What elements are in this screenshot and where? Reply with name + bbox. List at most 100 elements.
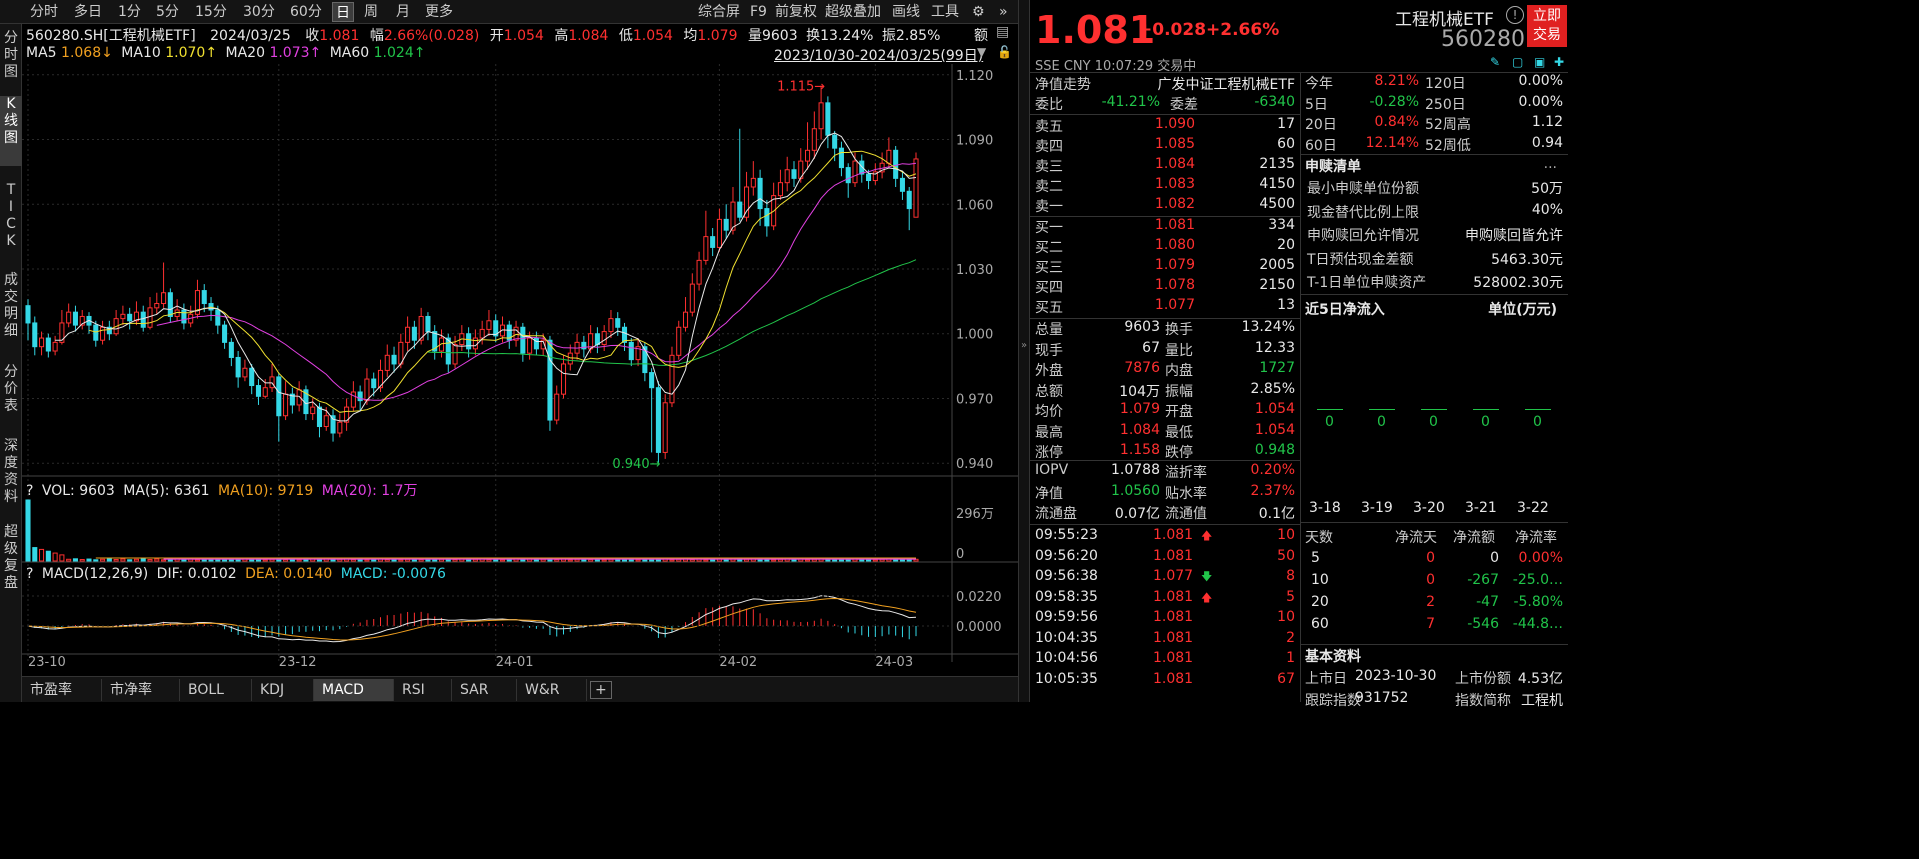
vol-help-icon[interactable]: ? (26, 483, 33, 499)
candle-body (371, 378, 377, 389)
side-tab-depth[interactable]: 深度资料 (0, 438, 22, 506)
edit-icon[interactable]: ✎ (1490, 55, 1500, 69)
gear-icon[interactable]: ⚙ (969, 2, 988, 22)
tab-kdj[interactable]: KDJ (252, 679, 314, 701)
stat-value: 1.054 (1254, 421, 1295, 438)
candle-body (655, 387, 661, 453)
side-tab-review[interactable]: 超级复盘 (0, 524, 22, 592)
lock-icon[interactable]: 🔓 (997, 45, 1012, 59)
tick-time: 10:04:35 (1035, 629, 1098, 646)
side-tab-detail[interactable]: 成交明细 (0, 272, 22, 340)
tab-pe[interactable]: 市盈率 (22, 679, 102, 701)
side-tab-fenshi[interactable]: 分时图 (0, 30, 22, 81)
tab-month[interactable]: 月 (393, 2, 413, 22)
tab-fenshi[interactable]: 分时 (27, 2, 61, 22)
flow-rate: -25.0… (1512, 572, 1563, 588)
tab-30min[interactable]: 30分 (240, 2, 278, 22)
btn-adjust[interactable]: 前复权 (772, 2, 820, 22)
bid-row[interactable]: 买三 1.079 2005 (1035, 257, 1295, 277)
btn-multiscreen[interactable]: 综合屏 (695, 2, 743, 22)
tab-5min[interactable]: 5分 (153, 2, 182, 22)
ask-row[interactable]: 卖三 1.084 2135 (1035, 156, 1295, 176)
tab-duori[interactable]: 多日 (71, 2, 105, 22)
range-dropdown-icon[interactable]: ▼ (977, 45, 986, 59)
side-tab-price[interactable]: 分价表 (0, 364, 22, 415)
tab-15min[interactable]: 15分 (192, 2, 230, 22)
bid-row[interactable]: 买二 1.080 20 (1035, 237, 1295, 257)
stat-value: 104万 (1119, 383, 1160, 400)
tab-60min[interactable]: 60分 (287, 2, 325, 22)
tab-more[interactable]: 更多 (422, 2, 456, 22)
btn-tools[interactable]: 工具 (928, 2, 962, 22)
expand-icon[interactable]: » (996, 2, 1011, 22)
tab-pb[interactable]: 市净率 (102, 679, 180, 701)
side-tab-tick[interactable]: TICK (0, 182, 22, 250)
flow-rate: -5.80% (1513, 594, 1563, 610)
tick-price: 1.077 (1153, 568, 1194, 584)
bid-row[interactable]: 买一 1.081 334 (1035, 217, 1295, 237)
ask-row[interactable]: 卖二 1.083 4150 (1035, 176, 1295, 196)
info-icon[interactable]: ! (1506, 6, 1524, 24)
avg-label: 均 (683, 28, 698, 44)
stat-value: 1.084 (1119, 421, 1160, 438)
candle-body (45, 337, 51, 352)
tick-time: 09:58:35 (1035, 588, 1098, 605)
add-tab-icon[interactable]: + (590, 681, 612, 699)
trade-button[interactable]: 立即交易 (1527, 5, 1567, 47)
weibi-value: -41.21% (1101, 94, 1160, 110)
volume-bar (350, 559, 356, 562)
date-range[interactable]: 2023/10/30-2024/03/25(99日) (774, 45, 983, 65)
volume-bar (316, 559, 323, 562)
tab-wr[interactable]: W&R (517, 679, 587, 701)
tab-macd[interactable]: MACD (314, 679, 394, 701)
ask-row[interactable]: 卖一 1.082 4500 (1035, 196, 1295, 216)
candle-body (811, 128, 817, 151)
bid-label: 买四 (1035, 280, 1063, 296)
nav-row[interactable]: 净值走势 广发中证工程机械ETF (1035, 74, 1295, 94)
btn-f9[interactable]: F9 (747, 2, 770, 22)
window-icon[interactable]: ▢ (1512, 55, 1523, 69)
vol-indicator: VOL: 9603 (41, 483, 115, 499)
tab-rsi[interactable]: RSI (394, 679, 452, 701)
btn-draw[interactable]: 画线 (889, 2, 923, 22)
ask-row[interactable]: 卖五 1.090 17 (1035, 116, 1295, 136)
side-tab-kline[interactable]: K线图 (0, 96, 22, 166)
settings-icon[interactable]: ▣ (1534, 55, 1545, 69)
candle-body (25, 305, 31, 324)
ask-row[interactable]: 卖四 1.085 60 (1035, 136, 1295, 156)
candle-body (567, 352, 573, 365)
bid-row[interactable]: 买四 1.078 2150 (1035, 277, 1295, 297)
macd-help-icon[interactable]: ? (26, 566, 33, 582)
stat-value: 0.07亿 (1114, 506, 1160, 522)
panel-splitter[interactable]: » (1018, 0, 1030, 702)
stat-value: 1.079 (1119, 401, 1160, 417)
candle-body (906, 190, 912, 210)
volume-bar (520, 559, 526, 562)
collapse-icon[interactable]: » (1021, 340, 1027, 351)
candle-body (669, 354, 675, 404)
volume-bar (621, 559, 628, 562)
tick-price: 1.081 (1153, 588, 1194, 605)
stat-row: 流通盘 0.07亿 流通值 0.1亿 (1035, 503, 1295, 523)
volume-bar (757, 559, 763, 562)
tab-1min[interactable]: 1分 (115, 2, 144, 22)
btn-overlay[interactable]: 超级叠加 (822, 2, 884, 22)
bid-row[interactable]: 买五 1.077 13 (1035, 297, 1295, 317)
weicha-label: 委差 (1170, 97, 1198, 113)
vol-tick-label: 0 (956, 547, 964, 562)
layout-icon[interactable]: ▤ (996, 24, 1009, 40)
tab-day[interactable]: 日 (332, 2, 354, 22)
candle-body (93, 324, 99, 341)
candle-body (466, 333, 472, 350)
kline-chart[interactable]: 1.120 1.090 1.060 1.030 1.000 0.970 0.940 23-10… (22, 64, 1018, 676)
tab-week[interactable]: 周 (361, 2, 381, 22)
volume-bar (79, 559, 85, 562)
plus-icon[interactable]: ✚ (1554, 55, 1564, 69)
tab-boll[interactable]: BOLL (180, 679, 252, 701)
volume-bar (262, 559, 268, 562)
vol-tick-label: 296万 (956, 507, 994, 522)
volume-bar (791, 559, 797, 562)
redeem-more[interactable]: ... (1544, 156, 1557, 172)
tab-sar[interactable]: SAR (452, 679, 517, 701)
stat-label: 现手 (1035, 342, 1063, 359)
